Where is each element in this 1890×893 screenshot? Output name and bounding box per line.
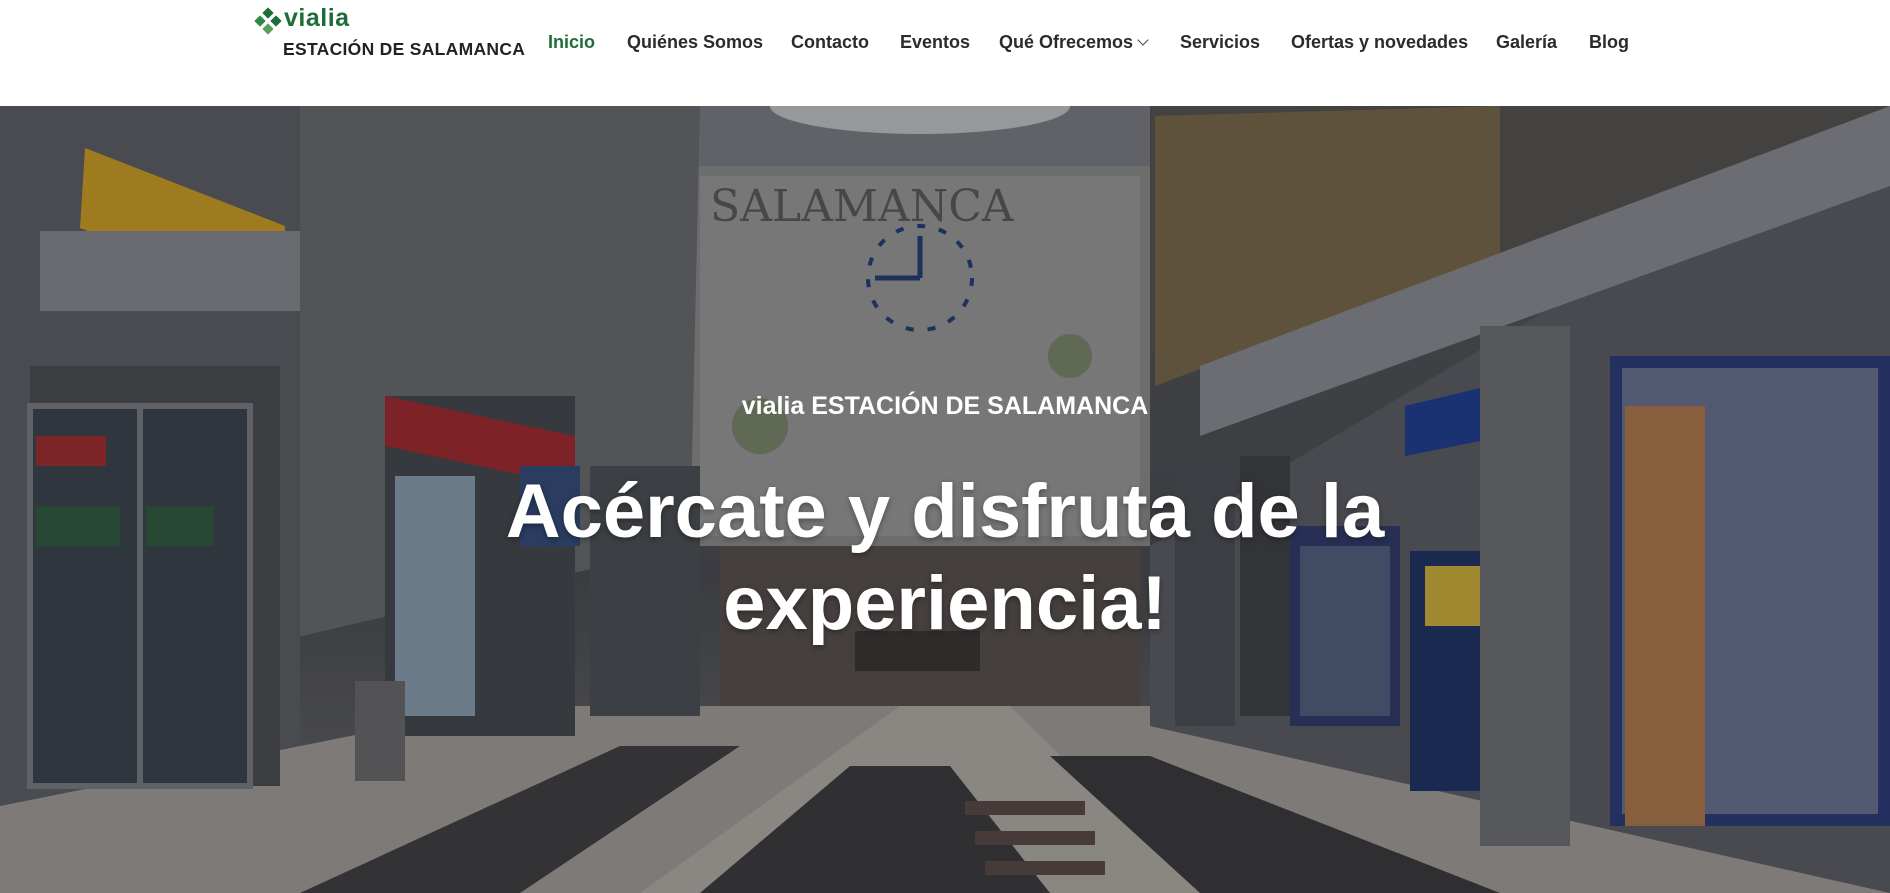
site-header: vialia ESTACIÓN DE SALAMANCA Inicio Quié… bbox=[0, 0, 1890, 106]
nav-que-ofrecemos-label: Qué Ofrecemos bbox=[999, 32, 1134, 52]
nav-que-ofrecemos[interactable]: Qué Ofrecemos bbox=[999, 28, 1149, 56]
nav-servicios[interactable]: Servicios bbox=[1180, 28, 1260, 56]
hero-banner: SALAMANCA vialia ESTACIÓN DE SALAMANCA A… bbox=[0, 106, 1890, 893]
vialia-logo[interactable]: vialia ESTACIÓN DE SALAMANCA bbox=[254, 4, 525, 62]
nav-eventos[interactable]: Eventos bbox=[900, 28, 970, 56]
nav-blog[interactable]: Blog bbox=[1589, 28, 1629, 56]
hero-title: Acércate y disfruta de la experiencia! bbox=[0, 466, 1890, 650]
hero-title-line2: experiencia! bbox=[723, 561, 1167, 646]
hero-kicker: vialia ESTACIÓN DE SALAMANCA bbox=[741, 392, 1149, 420]
hero-title-line1: Acércate y disfruta de la bbox=[505, 469, 1385, 554]
vialia-diamond-icon bbox=[254, 7, 282, 35]
nav-inicio[interactable]: Inicio bbox=[548, 28, 595, 56]
nav-quienes-somos[interactable]: Quiénes Somos bbox=[627, 28, 763, 56]
chevron-down-icon bbox=[1137, 34, 1149, 46]
logo-subtitle: ESTACIÓN DE SALAMANCA bbox=[283, 39, 526, 59]
nav-contacto[interactable]: Contacto bbox=[791, 28, 869, 56]
logo-brand: vialia bbox=[284, 4, 350, 32]
nav-galeria[interactable]: Galería bbox=[1496, 28, 1557, 56]
nav-ofertas[interactable]: Ofertas y novedades bbox=[1291, 28, 1468, 56]
